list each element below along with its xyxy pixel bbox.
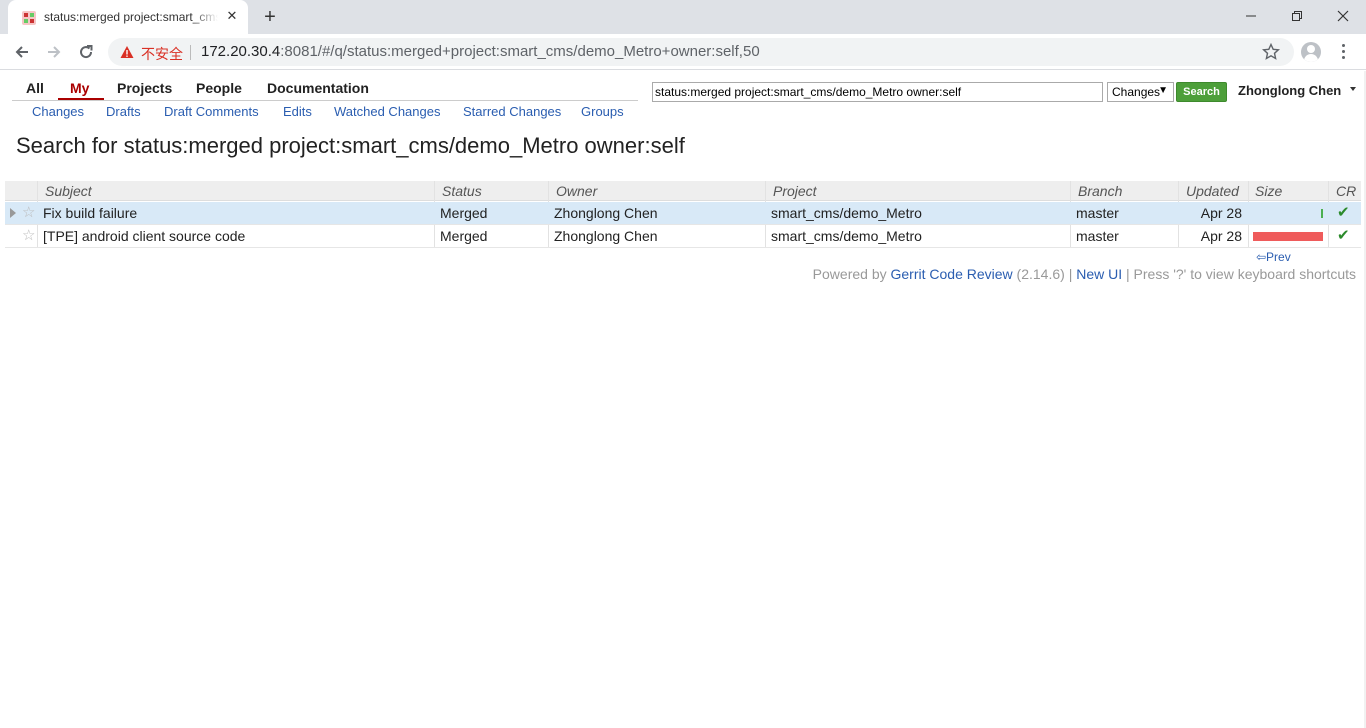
- table-row[interactable]: ☆ Fix build failure Merged Zhonglong Che…: [5, 202, 1361, 225]
- submenu-draft-comments[interactable]: Draft Comments: [164, 104, 259, 119]
- menu-documentation[interactable]: Documentation: [267, 80, 369, 96]
- submenu-starred-changes[interactable]: Starred Changes: [463, 104, 561, 119]
- change-size-bar: [1321, 209, 1323, 218]
- window-close-icon[interactable]: [1320, 4, 1366, 28]
- change-owner-link[interactable]: Zhonglong Chen: [554, 228, 658, 244]
- browser-tab[interactable]: status:merged project:smart_cms/demo_Met…: [8, 0, 248, 34]
- gerrit-code-review-link[interactable]: Gerrit Code Review: [891, 266, 1013, 282]
- change-branch-link[interactable]: master: [1076, 228, 1119, 244]
- prev-page-link[interactable]: ⇦Prev: [1256, 250, 1291, 264]
- dropdown-arrow-icon: ▼: [1158, 85, 1168, 96]
- submenu-edits[interactable]: Edits: [283, 104, 312, 119]
- col-size: Size: [1255, 183, 1283, 199]
- page-title: Search for status:merged project:smart_c…: [16, 133, 685, 158]
- insecure-label[interactable]: 不安全: [141, 44, 183, 64]
- gerrit-favicon-icon: [22, 11, 36, 25]
- search-button[interactable]: Search: [1176, 82, 1227, 102]
- submenu-watched-changes[interactable]: Watched Changes: [334, 104, 440, 119]
- browser-toolbar: 不安全 172.20.30.4:8081/#/q/status:merged+p…: [0, 34, 1366, 70]
- url-text[interactable]: 172.20.30.4:8081/#/q/status:merged+proje…: [201, 43, 760, 60]
- tab-close-icon[interactable]: ✕: [225, 9, 239, 23]
- forward-icon[interactable]: [44, 42, 64, 62]
- minimize-icon[interactable]: [1228, 4, 1274, 28]
- browser-tabstrip: status:merged project:smart_cms/demo_Met…: [0, 0, 1366, 34]
- col-branch: Branch: [1078, 183, 1123, 199]
- bookmark-star-icon[interactable]: [1262, 43, 1280, 61]
- url-path: :8081/#/q/status:merged+project:smart_cm…: [280, 43, 760, 60]
- profile-avatar-icon[interactable]: [1301, 42, 1321, 62]
- url-host: 172.20.30.4: [201, 43, 281, 60]
- change-project-link[interactable]: smart_cms/demo_Metro: [771, 228, 922, 244]
- col-cr: CR: [1336, 183, 1357, 199]
- browser-tab-title: status:merged project:smart_cms/demo_Met…: [44, 10, 218, 24]
- change-updated: Apr 28: [1200, 228, 1242, 244]
- menu-divider: [12, 100, 638, 101]
- star-icon[interactable]: ☆: [22, 203, 35, 221]
- search-scope-select[interactable]: Changes ▼: [1107, 82, 1174, 102]
- col-updated: Updated: [1186, 183, 1239, 199]
- submenu-groups[interactable]: Groups: [581, 104, 624, 119]
- address-divider: [190, 45, 191, 60]
- row-pointer-icon: [10, 208, 16, 218]
- change-size-bar: [1253, 232, 1323, 241]
- change-status: Merged: [440, 205, 488, 221]
- col-status: Status: [442, 183, 482, 199]
- change-subject-link[interactable]: [TPE] android client source code: [43, 228, 245, 244]
- search-scope-value: Changes: [1112, 85, 1161, 99]
- col-project: Project: [773, 183, 817, 199]
- col-owner: Owner: [556, 183, 598, 199]
- menu-all[interactable]: All: [26, 80, 44, 96]
- change-status: Merged: [440, 228, 488, 244]
- footer-separator: |: [1068, 266, 1073, 282]
- menu-people[interactable]: People: [196, 80, 242, 96]
- address-bar[interactable]: 不安全 172.20.30.4:8081/#/q/status:merged+p…: [108, 38, 1294, 66]
- change-subject-link[interactable]: Fix build failure: [43, 205, 137, 221]
- browser-menu-icon[interactable]: [1337, 42, 1351, 62]
- footer-version: (2.14.6): [1016, 266, 1065, 282]
- user-name[interactable]: Zhonglong Chen: [1238, 83, 1341, 98]
- menu-projects[interactable]: Projects: [117, 80, 172, 96]
- restore-icon[interactable]: [1274, 4, 1320, 28]
- submenu-drafts[interactable]: Drafts: [106, 104, 141, 119]
- new-tab-icon[interactable]: +: [260, 7, 280, 27]
- reload-icon[interactable]: [76, 42, 96, 62]
- search-input[interactable]: [652, 82, 1103, 102]
- user-menu-caret-icon[interactable]: [1350, 87, 1356, 91]
- keyboard-shortcuts-hint: Press '?' to view keyboard shortcuts: [1133, 266, 1356, 282]
- menu-my[interactable]: My: [70, 80, 89, 96]
- code-review-approved-icon: ✔: [1337, 227, 1350, 244]
- star-icon[interactable]: ☆: [22, 226, 35, 244]
- change-updated: Apr 28: [1200, 205, 1242, 221]
- warning-icon: [120, 46, 134, 58]
- table-header: Subject Status Owner Project Branch Upda…: [5, 181, 1361, 201]
- change-owner-link[interactable]: Zhonglong Chen: [554, 205, 658, 221]
- back-icon[interactable]: [12, 42, 32, 62]
- col-subject: Subject: [45, 183, 92, 199]
- new-ui-link[interactable]: New UI: [1076, 266, 1122, 282]
- change-project-link[interactable]: smart_cms/demo_Metro: [771, 205, 922, 221]
- footer-separator: |: [1126, 266, 1130, 282]
- code-review-approved-icon: ✔: [1337, 204, 1350, 221]
- change-branch-link[interactable]: master: [1076, 205, 1119, 221]
- submenu-changes[interactable]: Changes: [32, 104, 84, 119]
- footer: Powered by Gerrit Code Review (2.14.6) |…: [813, 266, 1356, 282]
- table-row[interactable]: ☆ [TPE] android client source code Merge…: [5, 225, 1361, 248]
- footer-powered-by: Powered by: [812, 266, 887, 282]
